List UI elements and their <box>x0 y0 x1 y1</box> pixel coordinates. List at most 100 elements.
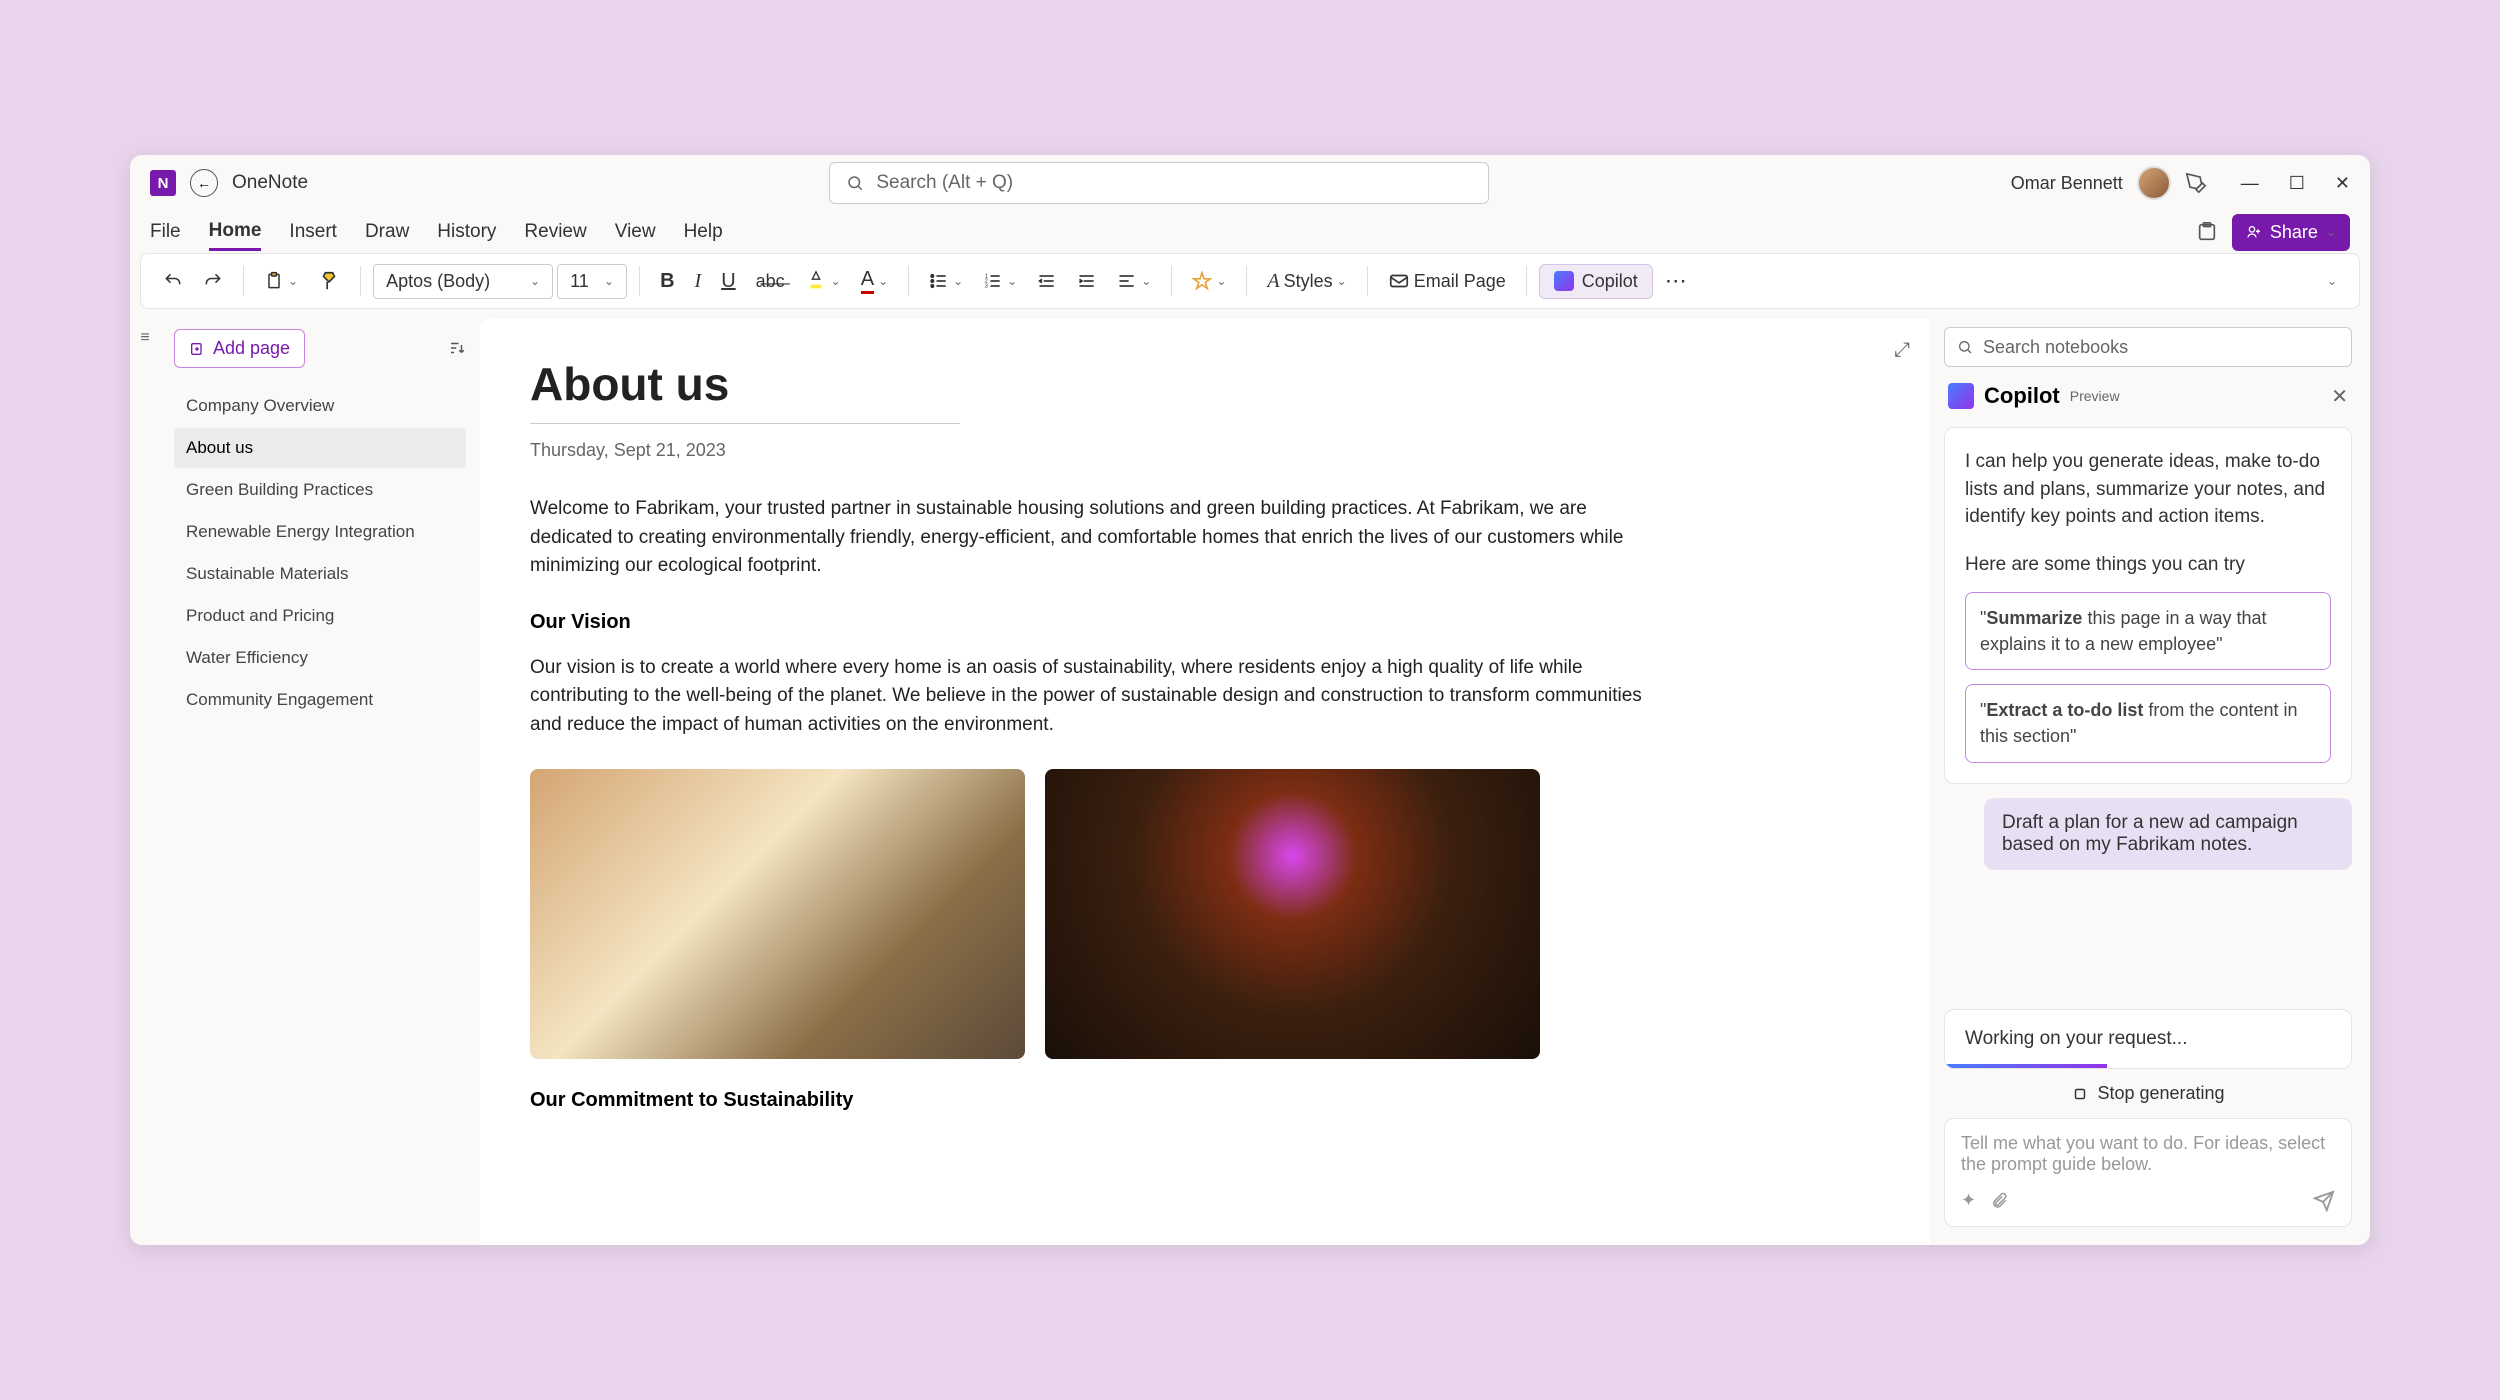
tab-view[interactable]: View <box>615 215 656 249</box>
add-page-label: Add page <box>213 338 290 359</box>
indent-button[interactable] <box>1069 265 1105 297</box>
italic-button[interactable]: I <box>687 264 710 299</box>
email-page-label: Email Page <box>1414 271 1506 292</box>
tab-history[interactable]: History <box>437 215 496 249</box>
chevron-down-icon: ⌄ <box>2326 225 2336 239</box>
title-divider <box>530 423 960 424</box>
page-item[interactable]: Community Engagement <box>174 680 466 720</box>
copilot-suggestion-summarize[interactable]: "Summarize this page in a way that expla… <box>1965 592 2331 670</box>
page-date: Thursday, Sept 21, 2023 <box>530 440 1880 461</box>
notebook-search-placeholder: Search notebooks <box>1983 337 2128 358</box>
undo-button[interactable] <box>155 265 191 297</box>
tab-home[interactable]: Home <box>209 214 262 251</box>
styles-button[interactable]: A Styles ⌄ <box>1259 264 1354 299</box>
tab-draw[interactable]: Draw <box>365 215 409 249</box>
copilot-intro-text: I can help you generate ideas, make to-d… <box>1965 448 2331 531</box>
stop-generating-button[interactable]: Stop generating <box>1944 1069 2352 1118</box>
user-area: Omar Bennett — ☐ ✕ <box>2011 166 2350 200</box>
align-button[interactable]: ⌄ <box>1109 265 1159 297</box>
highlight-button[interactable]: ⌄ <box>797 264 849 298</box>
strikethrough-button[interactable]: a̶b̶c̶ <box>748 265 793 298</box>
page-item[interactable]: About us <box>174 428 466 468</box>
page-nav: Add page Company Overview About us Green… <box>160 309 480 1245</box>
add-page-button[interactable]: Add page <box>174 329 305 368</box>
page-item[interactable]: Renewable Energy Integration <box>174 512 466 552</box>
tab-review[interactable]: Review <box>524 215 586 249</box>
page-title[interactable]: About us <box>530 357 1880 411</box>
copilot-label: Copilot <box>1582 271 1638 292</box>
attachment-icon[interactable] <box>1990 1190 2008 1211</box>
search-icon <box>846 172 864 194</box>
tab-file[interactable]: File <box>150 215 181 249</box>
page-item[interactable]: Water Efficiency <box>174 638 466 678</box>
font-size-value: 11 <box>570 271 589 292</box>
format-painter-button[interactable] <box>310 264 348 298</box>
copilot-input[interactable]: Tell me what you want to do. For ideas, … <box>1944 1118 2352 1227</box>
paste-button[interactable]: ⌄ <box>256 264 306 298</box>
intro-paragraph[interactable]: Welcome to Fabrikam, your trusted partne… <box>530 495 1650 581</box>
notebook-search-input[interactable]: Search notebooks <box>1944 327 2352 367</box>
copilot-ribbon-button[interactable]: Copilot <box>1539 264 1653 299</box>
hamburger-icon[interactable]: ≡ <box>140 329 149 346</box>
number-list-button[interactable]: 123⌄ <box>975 265 1025 297</box>
underline-button[interactable]: U <box>713 264 743 299</box>
share-label: Share <box>2270 222 2318 243</box>
maximize-button[interactable]: ☐ <box>2289 173 2305 194</box>
share-button[interactable]: Share ⌄ <box>2232 214 2350 251</box>
more-options-button[interactable]: ⋯ <box>1657 262 1695 300</box>
vision-heading[interactable]: Our Vision <box>530 611 1880 634</box>
sparkle-icon[interactable]: ✦ <box>1961 1190 1976 1211</box>
sugg2-bold: Extract a to-do list <box>1986 700 2143 720</box>
page-list: Company Overview About us Green Building… <box>174 386 466 720</box>
copilot-suggestion-extract[interactable]: "Extract a to-do list from the content i… <box>1965 684 2331 762</box>
tag-button[interactable]: ⌄ <box>1184 265 1234 297</box>
commitment-heading[interactable]: Our Commitment to Sustainability <box>530 1089 1880 1112</box>
redo-button[interactable] <box>195 265 231 297</box>
copilot-try-label: Here are some things you can try <box>1965 551 2331 579</box>
working-label: Working on your request... <box>1965 1028 2187 1049</box>
pen-icon[interactable] <box>2185 172 2207 194</box>
image-wooden-architecture[interactable] <box>530 769 1025 1059</box>
app-title: OneNote <box>232 172 308 194</box>
stop-label: Stop generating <box>2097 1083 2224 1104</box>
copilot-icon <box>1948 383 1974 409</box>
page-item[interactable]: Sustainable Materials <box>174 554 466 594</box>
copilot-input-placeholder: Tell me what you want to do. For ideas, … <box>1961 1133 2335 1175</box>
email-page-button[interactable]: Email Page <box>1380 264 1514 298</box>
sugg1-bold: Summarize <box>1986 608 2082 628</box>
expand-icon[interactable]: ⤢ <box>1894 339 1910 362</box>
vision-paragraph[interactable]: Our vision is to create a world where ev… <box>530 654 1650 740</box>
preview-badge: Preview <box>2070 388 2120 404</box>
copilot-close-button[interactable]: ✕ <box>2331 384 2348 409</box>
back-button[interactable]: ← <box>190 169 218 197</box>
close-button[interactable]: ✕ <box>2335 173 2350 194</box>
global-search-input[interactable]: Search (Alt + Q) <box>829 162 1489 204</box>
sort-button[interactable] <box>448 337 466 358</box>
bold-button[interactable]: B <box>652 264 682 299</box>
progress-bar <box>1945 1064 2107 1068</box>
copilot-working-card: Working on your request... <box>1944 1009 2352 1069</box>
outdent-button[interactable] <box>1029 265 1065 297</box>
font-name-value: Aptos (Body) <box>386 271 490 292</box>
page-item[interactable]: Product and Pricing <box>174 596 466 636</box>
window-controls: — ☐ ✕ <box>2241 173 2350 194</box>
avatar[interactable] <box>2137 166 2171 200</box>
minimize-button[interactable]: — <box>2241 173 2259 194</box>
tab-insert[interactable]: Insert <box>289 215 337 249</box>
font-name-dropdown[interactable]: Aptos (Body) ⌄ <box>373 264 553 299</box>
feed-icon[interactable] <box>2196 221 2218 243</box>
bullet-list-button[interactable]: ⌄ <box>921 265 971 297</box>
page-item[interactable]: Company Overview <box>174 386 466 426</box>
copilot-icon <box>1554 271 1574 291</box>
page-content[interactable]: ⤢ About us Thursday, Sept 21, 2023 Welco… <box>480 319 1930 1245</box>
image-dome-interior[interactable] <box>1045 769 1540 1059</box>
tab-help[interactable]: Help <box>684 215 723 249</box>
font-color-button[interactable]: A⌄ <box>853 262 896 300</box>
copilot-header: Copilot Preview ✕ <box>1944 379 2352 413</box>
font-size-dropdown[interactable]: 11 ⌄ <box>557 264 627 299</box>
app-window: N ← OneNote Search (Alt + Q) Omar Bennet… <box>130 155 2370 1245</box>
send-icon[interactable] <box>2313 1189 2335 1212</box>
page-item[interactable]: Green Building Practices <box>174 470 466 510</box>
ribbon-collapse-button[interactable]: ⌄ <box>2319 268 2345 294</box>
styles-label: Styles <box>1284 271 1333 292</box>
